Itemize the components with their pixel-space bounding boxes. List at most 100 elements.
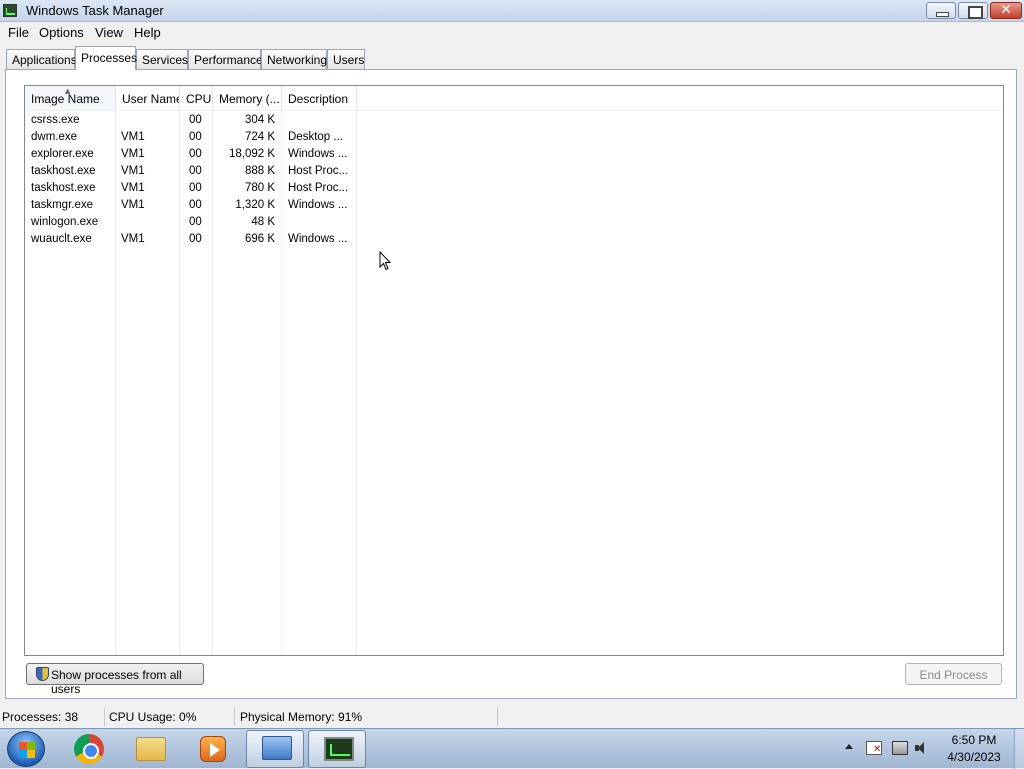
image-name-cell: taskhost.exe (31, 182, 96, 194)
description-cell: Host Proc... (288, 165, 349, 177)
column-header-user-name[interactable]: User Name (116, 86, 180, 110)
taskbar: 6:50 PM 4/30/2023 (0, 728, 1024, 769)
memory-cell: 1,320 K (235, 199, 275, 211)
maximize-button[interactable] (958, 2, 988, 19)
end-process-button[interactable]: End Process (905, 663, 1002, 685)
menu-help[interactable]: Help (134, 25, 161, 40)
sort-ascending-icon: ▲ (65, 87, 71, 95)
taskbar-task-manager[interactable] (308, 730, 366, 768)
show-all-users-button[interactable]: Show processes from all users (26, 663, 204, 696)
cpu-cell: 00 (189, 182, 202, 194)
processes-panel: ▲ Image Name User Name CPU Memory (... D… (5, 69, 1017, 699)
taskbar-media-player[interactable] (182, 730, 240, 768)
memory-cell: 780 K (244, 182, 275, 194)
image-name-cell: explorer.exe (31, 148, 94, 160)
folder-icon (136, 737, 166, 761)
memory-cell: 48 K (251, 216, 275, 228)
image-name-cell: wuauclt.exe (31, 233, 92, 245)
user-name-cell: VM1 (121, 165, 145, 177)
memory-cell: 724 K (244, 131, 275, 143)
user-name-cell: VM1 (121, 182, 145, 194)
taskbar-remote-desktop[interactable] (246, 730, 304, 768)
status-divider (234, 708, 235, 726)
tab-users[interactable]: Users (327, 49, 365, 69)
column-header-cpu[interactable]: CPU (180, 86, 213, 110)
image-name-cell: winlogon.exe (31, 216, 99, 228)
minimize-button[interactable] (926, 2, 956, 19)
title-bar[interactable]: Windows Task Manager ✕ (0, 0, 1024, 22)
user-name-cell: VM1 (121, 199, 145, 211)
column-header-memory[interactable]: Memory (... (213, 86, 282, 110)
tab-performance[interactable]: Performance (188, 49, 263, 69)
clock-date: 4/30/2023 (947, 750, 1001, 764)
image-name-cell: taskhost.exe (31, 165, 96, 177)
taskbar-explorer[interactable] (120, 730, 178, 768)
task-manager-icon (324, 737, 354, 761)
volume-icon[interactable] (914, 741, 930, 755)
tab-services[interactable]: Services (136, 49, 188, 69)
menu-file[interactable]: File (8, 25, 29, 40)
menu-view[interactable]: View (95, 25, 123, 40)
clock[interactable]: 6:50 PM 4/30/2023 (938, 733, 1010, 764)
cpu-cell: 00 (189, 148, 202, 160)
table-row[interactable]: taskmgr.exe VM1 00 1,320 K Windows ... (25, 197, 357, 214)
description-cell: Host Proc... (288, 182, 349, 194)
status-bar: Processes: 38 CPU Usage: 0% Physical Mem… (0, 706, 1024, 728)
column-header-image-name[interactable]: ▲ Image Name (25, 86, 116, 110)
remote-desktop-icon (262, 736, 292, 760)
tab-applications[interactable]: Applications (6, 49, 77, 69)
image-name-cell: dwm.exe (31, 131, 78, 143)
taskbar-chrome[interactable] (58, 730, 116, 768)
uac-shield-icon (36, 667, 49, 681)
table-row[interactable]: wuauclt.exe VM1 00 696 K Windows ... (25, 231, 357, 248)
chrome-icon (74, 734, 104, 764)
media-player-icon (200, 736, 226, 762)
description-cell: Desktop ... (288, 131, 343, 143)
user-name-cell: VM1 (121, 233, 145, 245)
description-cell: Windows ... (288, 233, 348, 245)
network-icon[interactable] (892, 741, 908, 755)
table-row[interactable]: csrss.exe 00 304 K (25, 112, 357, 129)
close-button[interactable]: ✕ (990, 2, 1022, 19)
window-title: Windows Task Manager (26, 3, 164, 18)
close-icon: ✕ (1000, 2, 1012, 18)
table-row[interactable]: winlogon.exe 00 48 K (25, 214, 357, 231)
cpu-cell: 00 (189, 114, 202, 126)
user-name-cell: VM1 (121, 148, 145, 160)
windows-logo-icon (19, 742, 35, 758)
memory-cell: 304 K (244, 114, 275, 126)
memory-cell: 696 K (244, 233, 275, 245)
table-row[interactable]: taskhost.exe VM1 00 780 K Host Proc... (25, 180, 357, 197)
show-desktop-button[interactable] (1014, 729, 1024, 769)
menu-options[interactable]: Options (39, 25, 84, 40)
status-divider (104, 708, 105, 726)
mouse-pointer-icon (379, 251, 391, 271)
tab-networking[interactable]: Networking (261, 49, 327, 69)
image-name-cell: taskmgr.exe (31, 199, 93, 211)
cpu-cell: 00 (189, 233, 202, 245)
status-cpu-usage: CPU Usage: 0% (109, 710, 197, 724)
clock-time: 6:50 PM (951, 733, 997, 747)
cpu-cell: 00 (189, 131, 202, 143)
column-header-description[interactable]: Description (282, 86, 357, 110)
menu-bar: File Options View Help (0, 22, 1024, 42)
table-row[interactable]: explorer.exe VM1 00 18,092 K Windows ... (25, 146, 357, 163)
description-cell: Windows ... (288, 148, 348, 160)
start-button[interactable] (7, 731, 45, 767)
task-manager-app-icon[interactable] (3, 4, 17, 17)
cpu-cell: 00 (189, 165, 202, 177)
action-center-flag-icon[interactable] (866, 741, 882, 755)
table-row[interactable]: taskhost.exe VM1 00 888 K Host Proc... (25, 163, 357, 180)
show-hidden-icons-icon[interactable] (845, 744, 853, 749)
table-row[interactable]: dwm.exe VM1 00 724 K Desktop ... (25, 129, 357, 146)
status-physical-memory: Physical Memory: 91% (240, 710, 363, 724)
tab-processes[interactable]: Processes (75, 46, 137, 70)
status-divider (497, 708, 498, 726)
process-list[interactable]: ▲ Image Name User Name CPU Memory (... D… (24, 85, 1004, 656)
memory-cell: 888 K (244, 165, 275, 177)
header-divider (25, 110, 1003, 111)
description-cell: Windows ... (288, 199, 348, 211)
status-processes: Processes: 38 (2, 710, 79, 724)
cpu-cell: 00 (189, 199, 202, 211)
cpu-cell: 00 (189, 216, 202, 228)
